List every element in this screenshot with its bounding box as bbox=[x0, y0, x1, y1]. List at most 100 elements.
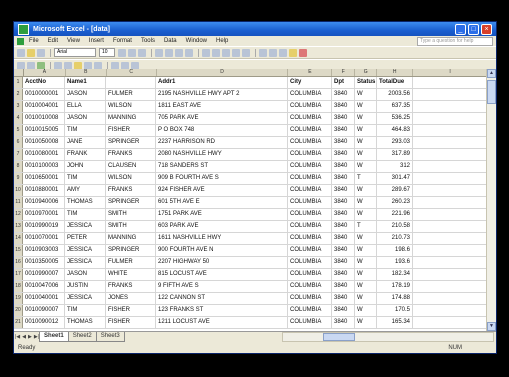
table-cell[interactable]: JONES bbox=[106, 293, 156, 304]
table-cell[interactable]: 0010940006 bbox=[23, 197, 65, 208]
align-center-icon[interactable] bbox=[165, 48, 173, 57]
table-cell[interactable]: W bbox=[355, 185, 377, 196]
table-cell[interactable]: COLUMBIA bbox=[288, 125, 332, 136]
table-cell[interactable]: W bbox=[355, 317, 377, 328]
table-cell[interactable]: COLUMBIA bbox=[288, 221, 332, 232]
table-cell[interactable]: ELLA bbox=[65, 101, 106, 112]
align-left-icon[interactable] bbox=[155, 48, 163, 57]
table-cell[interactable]: THOMAS bbox=[65, 317, 106, 328]
table-cell[interactable]: 3840 bbox=[332, 89, 355, 100]
table-cell[interactable]: 1211 LOCUST AVE bbox=[156, 317, 288, 328]
table-cell[interactable]: 165.34 bbox=[377, 317, 413, 328]
table-cell[interactable]: 3840 bbox=[332, 257, 355, 268]
table-cell[interactable]: COLUMBIA bbox=[288, 89, 332, 100]
table-cell[interactable]: 637.35 bbox=[377, 101, 413, 112]
table-cell[interactable] bbox=[413, 113, 488, 124]
menu-view[interactable]: View bbox=[67, 38, 80, 44]
table-cell[interactable]: 3840 bbox=[332, 305, 355, 316]
font-size-select[interactable]: 10 bbox=[99, 48, 115, 57]
open-icon[interactable] bbox=[27, 48, 35, 57]
table-cell[interactable]: FRANKS bbox=[106, 149, 156, 160]
font-color-icon[interactable] bbox=[299, 48, 307, 57]
comma-icon[interactable] bbox=[222, 48, 230, 57]
horizontal-scrollbar[interactable] bbox=[282, 332, 494, 342]
table-cell[interactable]: MANNING bbox=[106, 113, 156, 124]
scroll-down-button[interactable]: ▼ bbox=[487, 322, 496, 331]
table-cell[interactable] bbox=[413, 185, 488, 196]
table-cell[interactable]: 3840 bbox=[332, 281, 355, 292]
header-cell[interactable]: TotalDue bbox=[377, 77, 413, 88]
table-cell[interactable]: W bbox=[355, 125, 377, 136]
first-sheet-icon[interactable]: |◀ bbox=[15, 334, 20, 340]
table-cell[interactable]: JOHN bbox=[65, 161, 106, 172]
table-cell[interactable]: 705 PARK AVE bbox=[156, 113, 288, 124]
row-header[interactable]: 14 bbox=[14, 233, 23, 244]
table-cell[interactable]: COLUMBIA bbox=[288, 137, 332, 148]
table-cell[interactable] bbox=[413, 305, 488, 316]
table-cell[interactable]: 3840 bbox=[332, 185, 355, 196]
header-cell[interactable]: City bbox=[288, 77, 332, 88]
menu-format[interactable]: Format bbox=[113, 38, 132, 44]
table-cell[interactable]: 2080 NASHVILLE HWY bbox=[156, 149, 288, 160]
table-cell[interactable]: 1611 NASHVILLE HWY bbox=[156, 233, 288, 244]
table-cell[interactable]: JASON bbox=[65, 269, 106, 280]
title-bar[interactable]: Microsoft Excel - [data] _ □ × bbox=[14, 22, 496, 36]
row-header[interactable]: 13 bbox=[14, 221, 23, 232]
table-cell[interactable]: COLUMBIA bbox=[288, 197, 332, 208]
table-cell[interactable]: 0010650001 bbox=[23, 173, 65, 184]
row-header[interactable]: 5 bbox=[14, 125, 23, 136]
table-cell[interactable]: SPRINGER bbox=[106, 245, 156, 256]
table-cell[interactable]: 182.34 bbox=[377, 269, 413, 280]
table-cell[interactable]: 0010050008 bbox=[23, 137, 65, 148]
table-cell[interactable]: WILSON bbox=[106, 101, 156, 112]
table-cell[interactable]: W bbox=[355, 293, 377, 304]
next-sheet-icon[interactable]: ▶ bbox=[28, 334, 32, 340]
table-cell[interactable]: COLUMBIA bbox=[288, 113, 332, 124]
header-cell[interactable]: Name1 bbox=[65, 77, 106, 88]
table-cell[interactable]: SMITH bbox=[106, 221, 156, 232]
header-cell[interactable]: Status bbox=[355, 77, 377, 88]
row-header[interactable]: 9 bbox=[14, 173, 23, 184]
save-icon[interactable] bbox=[37, 48, 45, 57]
table-cell[interactable]: FULMER bbox=[106, 257, 156, 268]
table-cell[interactable]: 221.96 bbox=[377, 209, 413, 220]
table-cell[interactable]: 2207 HIGHWAY 50 bbox=[156, 257, 288, 268]
column-header[interactable]: B bbox=[66, 69, 107, 76]
table-cell[interactable]: 601 5TH AVE E bbox=[156, 197, 288, 208]
table-cell[interactable]: SMITH bbox=[106, 209, 156, 220]
table-cell[interactable]: 2237 HARRISON RD bbox=[156, 137, 288, 148]
tab-sheet2[interactable]: Sheet2 bbox=[67, 332, 97, 342]
table-cell[interactable]: COLUMBIA bbox=[288, 161, 332, 172]
table-cell[interactable] bbox=[413, 269, 488, 280]
table-cell[interactable]: 3840 bbox=[332, 137, 355, 148]
table-cell[interactable]: 0010070001 bbox=[23, 233, 65, 244]
table-cell[interactable]: WHITE bbox=[106, 269, 156, 280]
table-cell[interactable]: TIM bbox=[65, 209, 106, 220]
table-cell[interactable]: 464.83 bbox=[377, 125, 413, 136]
table-cell[interactable]: JESSICA bbox=[65, 245, 106, 256]
table-cell[interactable]: 0010090007 bbox=[23, 305, 65, 316]
table-cell[interactable]: JASON bbox=[65, 113, 106, 124]
row-header[interactable]: 2 bbox=[14, 89, 23, 100]
table-cell[interactable]: FRANKS bbox=[106, 281, 156, 292]
table-cell[interactable]: FULMER bbox=[106, 89, 156, 100]
table-cell[interactable]: MANNING bbox=[106, 233, 156, 244]
column-header[interactable]: G bbox=[355, 69, 378, 76]
table-cell[interactable]: TIM bbox=[65, 173, 106, 184]
table-cell[interactable]: FRANK bbox=[65, 149, 106, 160]
header-cell[interactable]: AcctNo bbox=[23, 77, 65, 88]
increase-decimal-icon[interactable] bbox=[232, 48, 240, 57]
row-header[interactable]: 11 bbox=[14, 197, 23, 208]
table-cell[interactable]: JESSICA bbox=[65, 221, 106, 232]
table-cell[interactable]: 1811 EAST AVE bbox=[156, 101, 288, 112]
table-cell[interactable] bbox=[413, 281, 488, 292]
table-cell[interactable]: COLUMBIA bbox=[288, 245, 332, 256]
increase-indent-icon[interactable] bbox=[269, 48, 277, 57]
table-cell[interactable]: 3840 bbox=[332, 149, 355, 160]
align-right-icon[interactable] bbox=[175, 48, 183, 57]
table-cell[interactable] bbox=[413, 173, 488, 184]
column-header[interactable]: D bbox=[157, 69, 289, 76]
horizontal-scroll-thumb[interactable] bbox=[323, 333, 355, 341]
table-cell[interactable]: TIM bbox=[65, 305, 106, 316]
table-cell[interactable]: 0010080001 bbox=[23, 149, 65, 160]
